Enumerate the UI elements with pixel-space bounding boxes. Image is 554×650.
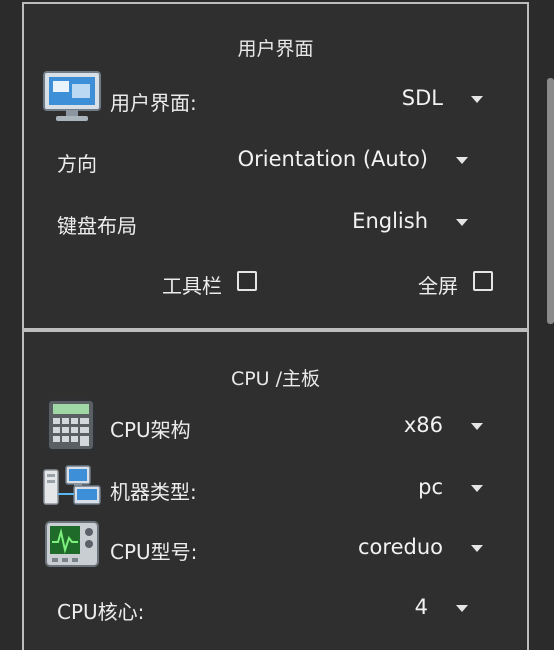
chevron-down-icon[interactable] bbox=[471, 485, 483, 492]
machine-type-select-value[interactable]: pc bbox=[418, 475, 443, 499]
cpu-model-select-value[interactable]: coreduo bbox=[358, 535, 443, 559]
scrollbar-thumb[interactable] bbox=[547, 78, 554, 324]
keyboard-select-value[interactable]: English bbox=[352, 209, 428, 233]
cpu-cores-select-value[interactable]: 4 bbox=[415, 595, 428, 619]
cpu-model-row[interactable]: CPU型号: coreduo bbox=[24, 520, 527, 574]
cpu-motherboard-panel: CPU /主板 CPU架构 x86 机器类型: pc CPU型号: coredu… bbox=[22, 330, 529, 650]
cpu-arch-row[interactable]: CPU架构 x86 bbox=[24, 399, 527, 451]
display-label: 用户界面: bbox=[110, 91, 197, 115]
network-computers-icon bbox=[42, 464, 102, 512]
orientation-row[interactable]: 方向 Orientation (Auto) bbox=[24, 134, 527, 184]
fullscreen-label: 全屏 bbox=[418, 274, 458, 298]
chevron-down-icon[interactable] bbox=[471, 96, 483, 103]
ui-section-title: 用户界面 bbox=[237, 38, 314, 60]
cpu-cores-label: CPU核心: bbox=[57, 600, 145, 624]
cpu-section-title: CPU /主板 bbox=[230, 368, 321, 390]
fullscreen-checkbox[interactable] bbox=[473, 271, 493, 291]
cpu-arch-select-value[interactable]: x86 bbox=[404, 413, 443, 437]
cpu-cores-row[interactable]: CPU核心: 4 bbox=[24, 582, 527, 632]
cpu-monitor-icon bbox=[44, 520, 100, 574]
chevron-down-icon[interactable] bbox=[456, 605, 468, 612]
chevron-down-icon[interactable] bbox=[456, 157, 468, 164]
settings-screen: 用户界面 用户界面: SDL 方向 Orientation (Auto) 键盘布… bbox=[0, 0, 554, 650]
user-interface-panel: 用户界面 用户界面: SDL 方向 Orientation (Auto) 键盘布… bbox=[22, 2, 529, 330]
display-select-value[interactable]: SDL bbox=[402, 86, 443, 110]
orientation-label: 方向 bbox=[57, 152, 97, 176]
chevron-down-icon[interactable] bbox=[456, 219, 468, 226]
chevron-down-icon[interactable] bbox=[471, 545, 483, 552]
machine-type-label: 机器类型: bbox=[110, 480, 197, 504]
calculator-icon bbox=[46, 398, 96, 456]
display-row[interactable]: 用户界面: SDL bbox=[24, 71, 527, 122]
orientation-select-value[interactable]: Orientation (Auto) bbox=[238, 147, 428, 171]
cpu-model-label: CPU型号: bbox=[110, 540, 198, 564]
machine-type-row[interactable]: 机器类型: pc bbox=[24, 462, 527, 512]
toolbar-checkbox[interactable] bbox=[237, 271, 257, 291]
cpu-arch-label: CPU架构 bbox=[110, 418, 191, 442]
keyboard-label: 键盘布局 bbox=[57, 214, 137, 238]
keyboard-row[interactable]: 键盘布局 English bbox=[24, 196, 527, 246]
monitor-icon bbox=[42, 70, 102, 128]
chevron-down-icon[interactable] bbox=[471, 423, 483, 430]
toolbar-label: 工具栏 bbox=[162, 274, 222, 298]
